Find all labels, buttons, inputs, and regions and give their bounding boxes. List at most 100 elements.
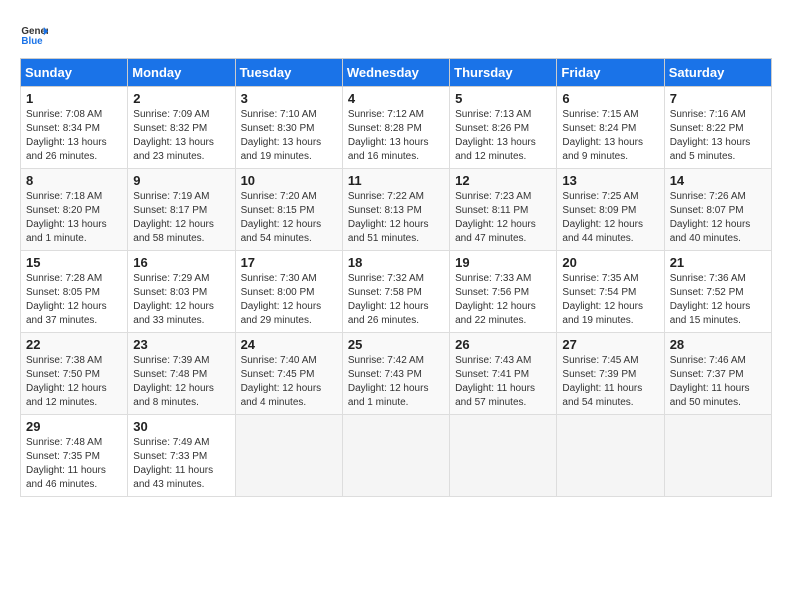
day-number: 16 (133, 255, 229, 270)
day-number: 25 (348, 337, 444, 352)
calendar-cell (557, 415, 664, 497)
day-number: 22 (26, 337, 122, 352)
day-number: 12 (455, 173, 551, 188)
calendar-cell (450, 415, 557, 497)
calendar-cell: 9 Sunrise: 7:19 AM Sunset: 8:17 PM Daylig… (128, 169, 235, 251)
day-number: 19 (455, 255, 551, 270)
calendar-cell: 18 Sunrise: 7:32 AM Sunset: 7:58 PM Dayli… (342, 251, 449, 333)
day-number: 20 (562, 255, 658, 270)
logo-icon: General Blue (20, 20, 48, 48)
day-info: Sunrise: 7:28 AM Sunset: 8:05 PM Dayligh… (26, 272, 122, 328)
day-info: Sunrise: 7:09 AM Sunset: 8:32 PM Dayligh… (133, 108, 229, 164)
calendar-week-2: 8Sunrise: 7:18 AM Sunset: 8:20 PM Daylig… (21, 169, 772, 251)
day-info: Sunrise: 7:36 AM Sunset: 7:52 PM Dayligh… (670, 272, 766, 328)
day-info: Sunrise: 7:15 AM Sunset: 8:24 PM Dayligh… (562, 108, 658, 164)
day-info: Sunrise: 7:30 AM Sunset: 8:00 PM Dayligh… (241, 272, 337, 328)
svg-text:Blue: Blue (21, 36, 43, 47)
calendar-cell: 7 Sunrise: 7:16 AM Sunset: 8:22 PM Daylig… (664, 87, 771, 169)
day-header-sunday: Sunday (21, 59, 128, 87)
calendar-cell (664, 415, 771, 497)
calendar-week-1: 1Sunrise: 7:08 AM Sunset: 8:34 PM Daylig… (21, 87, 772, 169)
day-number: 23 (133, 337, 229, 352)
day-info: Sunrise: 7:25 AM Sunset: 8:09 PM Dayligh… (562, 190, 658, 246)
day-header-monday: Monday (128, 59, 235, 87)
day-info: Sunrise: 7:39 AM Sunset: 7:48 PM Dayligh… (133, 354, 229, 410)
day-info: Sunrise: 7:29 AM Sunset: 8:03 PM Dayligh… (133, 272, 229, 328)
day-number: 28 (670, 337, 766, 352)
calendar-cell: 27 Sunrise: 7:45 AM Sunset: 7:39 PM Dayli… (557, 333, 664, 415)
logo: General Blue (20, 20, 48, 48)
day-header-friday: Friday (557, 59, 664, 87)
day-header-thursday: Thursday (450, 59, 557, 87)
day-number: 4 (348, 91, 444, 106)
day-number: 11 (348, 173, 444, 188)
calendar-cell: 13 Sunrise: 7:25 AM Sunset: 8:09 PM Dayli… (557, 169, 664, 251)
day-info: Sunrise: 7:12 AM Sunset: 8:28 PM Dayligh… (348, 108, 444, 164)
day-info: Sunrise: 7:40 AM Sunset: 7:45 PM Dayligh… (241, 354, 337, 410)
calendar-cell: 11Sunrise: 7:22 AM Sunset: 8:13 PM Dayli… (342, 169, 449, 251)
day-number: 14 (670, 173, 766, 188)
day-number: 9 (133, 173, 229, 188)
day-info: Sunrise: 7:16 AM Sunset: 8:22 PM Dayligh… (670, 108, 766, 164)
calendar-cell: 22Sunrise: 7:38 AM Sunset: 7:50 PM Dayli… (21, 333, 128, 415)
day-info: Sunrise: 7:26 AM Sunset: 8:07 PM Dayligh… (670, 190, 766, 246)
day-info: Sunrise: 7:45 AM Sunset: 7:39 PM Dayligh… (562, 354, 658, 410)
day-info: Sunrise: 7:48 AM Sunset: 7:35 PM Dayligh… (26, 436, 122, 492)
day-number: 15 (26, 255, 122, 270)
calendar-cell: 16 Sunrise: 7:29 AM Sunset: 8:03 PM Dayli… (128, 251, 235, 333)
day-info: Sunrise: 7:18 AM Sunset: 8:20 PM Dayligh… (26, 190, 122, 246)
calendar-cell: 3 Sunrise: 7:10 AM Sunset: 8:30 PM Daylig… (235, 87, 342, 169)
calendar-cell: 15 Sunrise: 7:28 AM Sunset: 8:05 PM Dayli… (21, 251, 128, 333)
day-info: Sunrise: 7:33 AM Sunset: 7:56 PM Dayligh… (455, 272, 551, 328)
day-header-tuesday: Tuesday (235, 59, 342, 87)
calendar-cell (235, 415, 342, 497)
calendar-cell: 4 Sunrise: 7:12 AM Sunset: 8:28 PM Daylig… (342, 87, 449, 169)
day-number: 24 (241, 337, 337, 352)
day-number: 29 (26, 419, 122, 434)
day-info: Sunrise: 7:23 AM Sunset: 8:11 PM Dayligh… (455, 190, 551, 246)
day-info: Sunrise: 7:13 AM Sunset: 8:26 PM Dayligh… (455, 108, 551, 164)
day-info: Sunrise: 7:20 AM Sunset: 8:15 PM Dayligh… (241, 190, 337, 246)
calendar-cell: 19 Sunrise: 7:33 AM Sunset: 7:56 PM Dayli… (450, 251, 557, 333)
calendar-cell: 21 Sunrise: 7:36 AM Sunset: 7:52 PM Dayli… (664, 251, 771, 333)
page-header: General Blue (20, 20, 772, 48)
calendar-table: SundayMondayTuesdayWednesdayThursdayFrid… (20, 58, 772, 497)
day-header-wednesday: Wednesday (342, 59, 449, 87)
calendar-cell: 24 Sunrise: 7:40 AM Sunset: 7:45 PM Dayli… (235, 333, 342, 415)
calendar-week-4: 22Sunrise: 7:38 AM Sunset: 7:50 PM Dayli… (21, 333, 772, 415)
day-number: 10 (241, 173, 337, 188)
calendar-cell: 5 Sunrise: 7:13 AM Sunset: 8:26 PM Daylig… (450, 87, 557, 169)
calendar-cell: 30 Sunrise: 7:49 AM Sunset: 7:33 PM Dayli… (128, 415, 235, 497)
calendar-cell: 10 Sunrise: 7:20 AM Sunset: 8:15 PM Dayli… (235, 169, 342, 251)
day-info: Sunrise: 7:35 AM Sunset: 7:54 PM Dayligh… (562, 272, 658, 328)
day-number: 2 (133, 91, 229, 106)
calendar-cell: 28 Sunrise: 7:46 AM Sunset: 7:37 PM Dayli… (664, 333, 771, 415)
day-header-saturday: Saturday (664, 59, 771, 87)
calendar-cell: 20 Sunrise: 7:35 AM Sunset: 7:54 PM Dayli… (557, 251, 664, 333)
calendar-cell: 12 Sunrise: 7:23 AM Sunset: 8:11 PM Dayli… (450, 169, 557, 251)
calendar-cell (342, 415, 449, 497)
day-info: Sunrise: 7:32 AM Sunset: 7:58 PM Dayligh… (348, 272, 444, 328)
day-info: Sunrise: 7:43 AM Sunset: 7:41 PM Dayligh… (455, 354, 551, 410)
day-number: 18 (348, 255, 444, 270)
calendar-cell: 1Sunrise: 7:08 AM Sunset: 8:34 PM Daylig… (21, 87, 128, 169)
day-info: Sunrise: 7:08 AM Sunset: 8:34 PM Dayligh… (26, 108, 122, 164)
calendar-cell: 23 Sunrise: 7:39 AM Sunset: 7:48 PM Dayli… (128, 333, 235, 415)
day-info: Sunrise: 7:46 AM Sunset: 7:37 PM Dayligh… (670, 354, 766, 410)
day-number: 7 (670, 91, 766, 106)
calendar-cell: 8Sunrise: 7:18 AM Sunset: 8:20 PM Daylig… (21, 169, 128, 251)
calendar-cell: 2 Sunrise: 7:09 AM Sunset: 8:32 PM Daylig… (128, 87, 235, 169)
day-number: 26 (455, 337, 551, 352)
day-info: Sunrise: 7:10 AM Sunset: 8:30 PM Dayligh… (241, 108, 337, 164)
calendar-week-5: 29 Sunrise: 7:48 AM Sunset: 7:35 PM Dayli… (21, 415, 772, 497)
day-number: 30 (133, 419, 229, 434)
day-number: 21 (670, 255, 766, 270)
calendar-cell: 25Sunrise: 7:42 AM Sunset: 7:43 PM Dayli… (342, 333, 449, 415)
day-number: 5 (455, 91, 551, 106)
day-number: 13 (562, 173, 658, 188)
day-number: 3 (241, 91, 337, 106)
day-info: Sunrise: 7:49 AM Sunset: 7:33 PM Dayligh… (133, 436, 229, 492)
calendar-week-3: 15 Sunrise: 7:28 AM Sunset: 8:05 PM Dayli… (21, 251, 772, 333)
day-number: 27 (562, 337, 658, 352)
day-info: Sunrise: 7:19 AM Sunset: 8:17 PM Dayligh… (133, 190, 229, 246)
